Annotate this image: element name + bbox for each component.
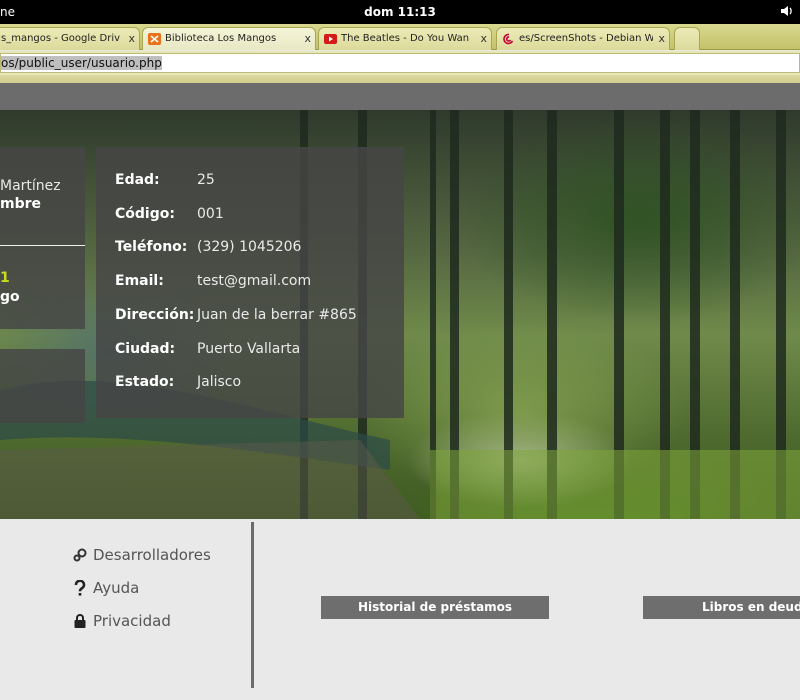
gears-icon [73,548,87,562]
detail-value: test@gmail.com [197,273,312,289]
detail-value: 25 [197,172,215,188]
detail-value: Puerto Vallarta [197,341,301,357]
tab-close-button[interactable]: x [128,32,135,45]
books-in-debt-button[interactable]: Libros en deud [643,596,800,619]
tab-title: s_mangos - Google Driv [1,33,121,44]
footer-link-label: Desarrolladores [93,546,211,564]
detail-label: Teléfono: [115,239,188,255]
tab-debian[interactable]: es/ScreenShots - Debian W x [496,27,670,50]
tab-title: es/ScreenShots - Debian W [519,33,653,44]
detail-label: Ciudad: [115,341,176,357]
system-clock[interactable]: dom 11:13 [0,5,800,19]
new-tab-button[interactable] [674,27,700,50]
detail-value: Juan de la berrar #865 [197,307,357,323]
detail-label: Edad: [115,172,160,188]
tab-close-button[interactable]: x [658,32,665,45]
profile-code-label: go [0,289,20,305]
footer-divider [251,522,254,688]
profile-divider [0,245,85,246]
detail-value: Jalisco [197,374,242,390]
system-top-bar: ne dom 11:13 [0,0,800,24]
profile-code: 1 [0,270,10,286]
detail-label: Código: [115,206,175,222]
profile-secondary-card [0,349,85,423]
detail-label: Estado: [115,374,175,390]
tab-close-button[interactable]: x [304,32,311,45]
url-input[interactable]: os/public_user/usuario.php [0,53,800,73]
detail-value: (329) 1045206 [197,239,302,255]
tab-title: Biblioteca Los Mangos [165,33,277,44]
toolbar-bottom-edge [0,75,800,83]
tab-biblioteca[interactable]: Biblioteca Los Mangos x [142,27,316,50]
youtube-icon [324,34,337,44]
footer-link-label: Ayuda [93,579,140,597]
lock-icon [74,614,86,628]
tab-google-drive[interactable]: s_mangos - Google Driv x [0,27,140,50]
url-text: os/public_user/usuario.php [1,56,162,70]
tab-close-button[interactable]: x [480,32,487,45]
question-icon [74,580,86,596]
tab-title: The Beatles - Do You Wan [341,33,470,44]
speaker-icon[interactable] [780,4,794,18]
tab-youtube[interactable]: The Beatles - Do You Wan x [318,27,492,50]
orange-site-icon [148,33,161,45]
address-toolbar: os/public_user/usuario.php [0,51,800,75]
page-header-band [0,83,800,110]
browser-tab-strip: s_mangos - Google Driv x Biblioteca Los … [0,24,800,50]
debian-swirl-icon [503,33,514,45]
profile-name-label: mbre [0,196,42,212]
detail-label: Dirección: [115,307,195,323]
footer-link-label: Privacidad [93,612,171,630]
loan-history-button[interactable]: Historial de préstamos [321,596,549,619]
profile-name: Martínez [0,178,61,194]
detail-value: 001 [197,206,224,222]
detail-label: Email: [115,273,164,289]
